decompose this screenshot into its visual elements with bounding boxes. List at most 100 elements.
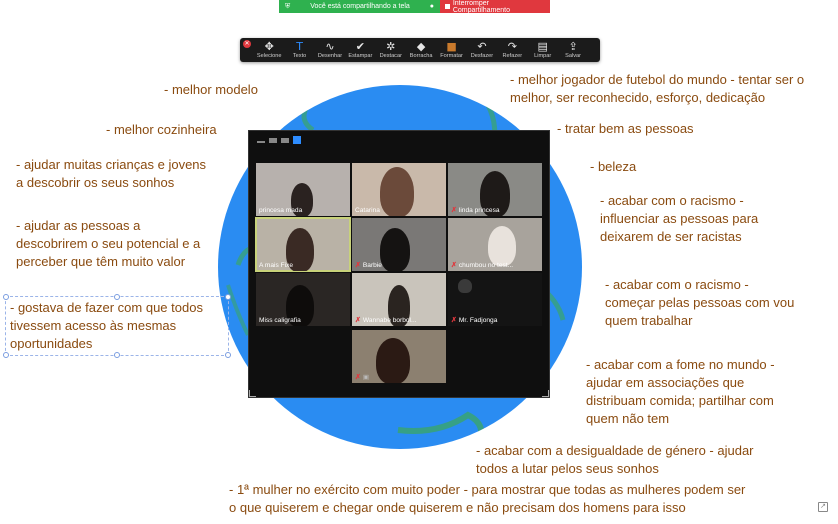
muted-mic-icon: ✗ xyxy=(355,262,361,269)
tool-spotlight-label: Destacar xyxy=(379,53,402,59)
resize-handle[interactable] xyxy=(542,390,549,397)
stop-share-button[interactable]: Interromper Compartilhamento xyxy=(440,0,550,14)
video-tile[interactable]: Miss caligrafia xyxy=(256,273,350,326)
redo-icon: ↷ xyxy=(507,40,517,53)
annotation-text: - beleza xyxy=(590,159,637,174)
single-view-icon[interactable] xyxy=(269,137,277,143)
annotation-line: quem trabalhar xyxy=(605,313,693,328)
shield-check-icon: ● xyxy=(429,3,434,10)
annotation-text: - acabar com o racismo - influenciar as … xyxy=(600,192,758,246)
video-tile[interactable]: ✗ chumbou no test... xyxy=(448,218,542,271)
selection-handle[interactable] xyxy=(3,352,9,358)
annotation-text: - melhor modelo xyxy=(164,82,258,97)
tool-undo-label: Desfazer xyxy=(470,53,494,59)
selection-handle[interactable] xyxy=(3,294,9,300)
video-gallery-window: princesa mada Catarina ✗ linda princesa A… xyxy=(248,130,550,398)
sharing-status-text: Você está compartilhando a tela xyxy=(310,3,410,10)
video-tile[interactable]: ✗ Mr. Fadjonga xyxy=(448,273,542,326)
annotation-line: - gostava de fazer com que todos xyxy=(10,300,203,315)
stamp-icon: ✔ xyxy=(355,40,365,53)
split-view-icon[interactable] xyxy=(281,137,289,143)
tool-select[interactable]: ✥ Selecione xyxy=(254,40,284,60)
video-tile[interactable]: ✗ linda princesa xyxy=(448,163,542,216)
annotation-line: quem não tem xyxy=(586,411,670,426)
annotation-line: - acabar com o racismo - xyxy=(605,277,749,292)
tool-draw-label: Desenhar xyxy=(317,53,343,59)
participant-video xyxy=(488,226,516,266)
tool-spotlight[interactable]: ✲ Destacar xyxy=(376,40,406,60)
annotation-line: ajudar em associações que xyxy=(586,375,745,390)
close-icon[interactable]: ✕ xyxy=(243,40,251,48)
screen-share-bar: ⛨ Você está compartilhando a tela ● Inte… xyxy=(279,0,550,14)
annotation-line: - acabar com a fome no mundo - xyxy=(586,357,775,372)
annotation-text: - gostava de fazer com que todos tivesse… xyxy=(10,299,203,353)
tool-text[interactable]: T Texto xyxy=(284,40,314,60)
annotation-line: - melhor jogador de futebol do mundo - t… xyxy=(510,72,805,87)
participant-name: ✗ Barbie xyxy=(355,261,382,270)
video-tile[interactable]: Catarina xyxy=(352,163,446,216)
participant-name: princesa mada xyxy=(259,207,302,214)
annotation-line: influenciar as pessoas para xyxy=(600,211,759,226)
annotation-text: - 1ª mulher no exército com muito poder … xyxy=(229,481,745,517)
tool-eraser-label: Borracha xyxy=(409,53,433,59)
participant-name: Miss caligrafia xyxy=(259,317,301,324)
video-tile[interactable]: ✗ ▣ xyxy=(352,330,446,383)
participant-name: ✗ chumbou no test... xyxy=(451,261,513,270)
selection-handle[interactable] xyxy=(225,294,231,300)
annotation-toolbar: ✕ ✥ Selecione T Texto ∿ Desenhar ✔ Estampar … xyxy=(240,38,600,62)
tool-clear[interactable]: ▤ Limpar xyxy=(528,40,558,60)
annotation-line: oportunidades xyxy=(10,336,93,351)
annotation-text: - acabar com a fome no mundo - ajudar em… xyxy=(586,356,775,428)
participant-name-text: linda princesa xyxy=(458,206,500,214)
minimize-icon[interactable] xyxy=(257,140,265,143)
muted-mic-icon: ✗ xyxy=(451,317,457,324)
participant-video xyxy=(376,338,410,383)
annotation-line: melhor, ser reconhecido, esforço, dedica… xyxy=(510,90,766,105)
clear-icon: ▤ xyxy=(537,40,548,53)
participant-name-text: Catarina xyxy=(355,207,380,214)
tool-undo[interactable]: ↶ Desfazer xyxy=(467,40,497,60)
video-tile[interactable]: princesa mada xyxy=(256,163,350,216)
participant-name-text: A mais Fixe xyxy=(259,262,294,269)
annotation-text: - ajudar as pessoas a descobrirem o seu … xyxy=(16,217,200,271)
annotation-text: - ajudar muitas crianças e jovens a desc… xyxy=(16,156,206,192)
video-tile[interactable]: ✗ Barbie xyxy=(352,218,446,271)
tool-text-label: Texto xyxy=(292,53,307,59)
annotation-text: - melhor cozinheira xyxy=(106,122,217,137)
eraser-icon: ◆ xyxy=(416,40,426,53)
participant-name-text: Mr. Fadjonga xyxy=(458,316,498,324)
participant-name: A mais Fixe xyxy=(259,262,293,269)
video-tile-active-speaker[interactable]: A mais Fixe xyxy=(255,217,351,272)
annotation-line: o que quiserem e chegar onde quiserem e … xyxy=(229,500,686,515)
participant-name: Catarina xyxy=(355,207,380,214)
muted-mic-icon: ✗ xyxy=(355,374,361,381)
tool-redo-label: Refazer xyxy=(502,53,523,59)
text-icon: T xyxy=(296,40,303,53)
selection-handle[interactable] xyxy=(225,352,231,358)
stop-icon xyxy=(445,4,450,9)
participant-name-text: Barbie xyxy=(362,261,382,269)
resize-handle[interactable] xyxy=(249,390,256,397)
tool-eraser[interactable]: ◆ Borracha xyxy=(406,40,436,60)
annotation-line: deixarem de ser racistas xyxy=(600,229,742,244)
camera-icon: ▣ xyxy=(362,374,370,381)
tool-draw[interactable]: ∿ Desenhar xyxy=(315,40,345,60)
sharing-status: ⛨ Você está compartilhando a tela ● xyxy=(279,0,440,13)
annotation-line: - acabar com o racismo - xyxy=(600,193,744,208)
annotation-line: a descobrir os seus sonhos xyxy=(16,175,175,190)
annotation-line: - 1ª mulher no exército com muito poder … xyxy=(229,482,746,497)
tool-clear-label: Limpar xyxy=(534,53,552,59)
participant-name: ✗ Wannabe borbol... xyxy=(355,316,417,325)
tool-stamp[interactable]: ✔ Estampar xyxy=(345,40,375,60)
annotation-line: - acabar com a desigualdade de género - … xyxy=(476,443,754,458)
tool-format[interactable]: ■ Formatar xyxy=(436,40,466,60)
participant-name-text: Wannabe borbol... xyxy=(362,316,417,324)
video-tile[interactable]: ✗ Wannabe borbol... xyxy=(352,273,446,326)
gallery-view-icon[interactable] xyxy=(293,136,301,144)
annotation-text: - tratar bem as pessoas xyxy=(557,121,694,136)
expand-icon[interactable]: ↗ xyxy=(818,502,828,512)
tool-redo[interactable]: ↷ Refazer xyxy=(497,40,527,60)
tool-save[interactable]: ⇪ Salvar xyxy=(558,40,588,60)
format-icon: ■ xyxy=(446,40,457,53)
annotation-text: - melhor jogador de futebol do mundo - t… xyxy=(510,71,804,107)
